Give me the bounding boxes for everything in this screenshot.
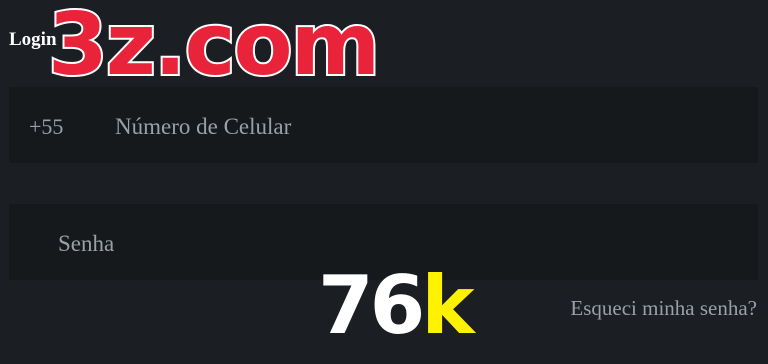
country-code-prefix: +55 (29, 114, 64, 139)
forgot-password-link[interactable]: Esqueci minha senha? (570, 296, 757, 321)
password-input[interactable] (58, 228, 738, 260)
phone-number-input[interactable] (115, 111, 735, 143)
count-watermark: 76k (318, 266, 475, 346)
phone-field[interactable]: +55 (9, 87, 758, 163)
count-suffix: k (421, 259, 474, 352)
brand-logo-watermark: 3z.com (46, 0, 382, 95)
login-page: Login +55 Esqueci minha senha? 3z.com 76… (0, 0, 768, 364)
count-number: 76 (318, 259, 425, 352)
